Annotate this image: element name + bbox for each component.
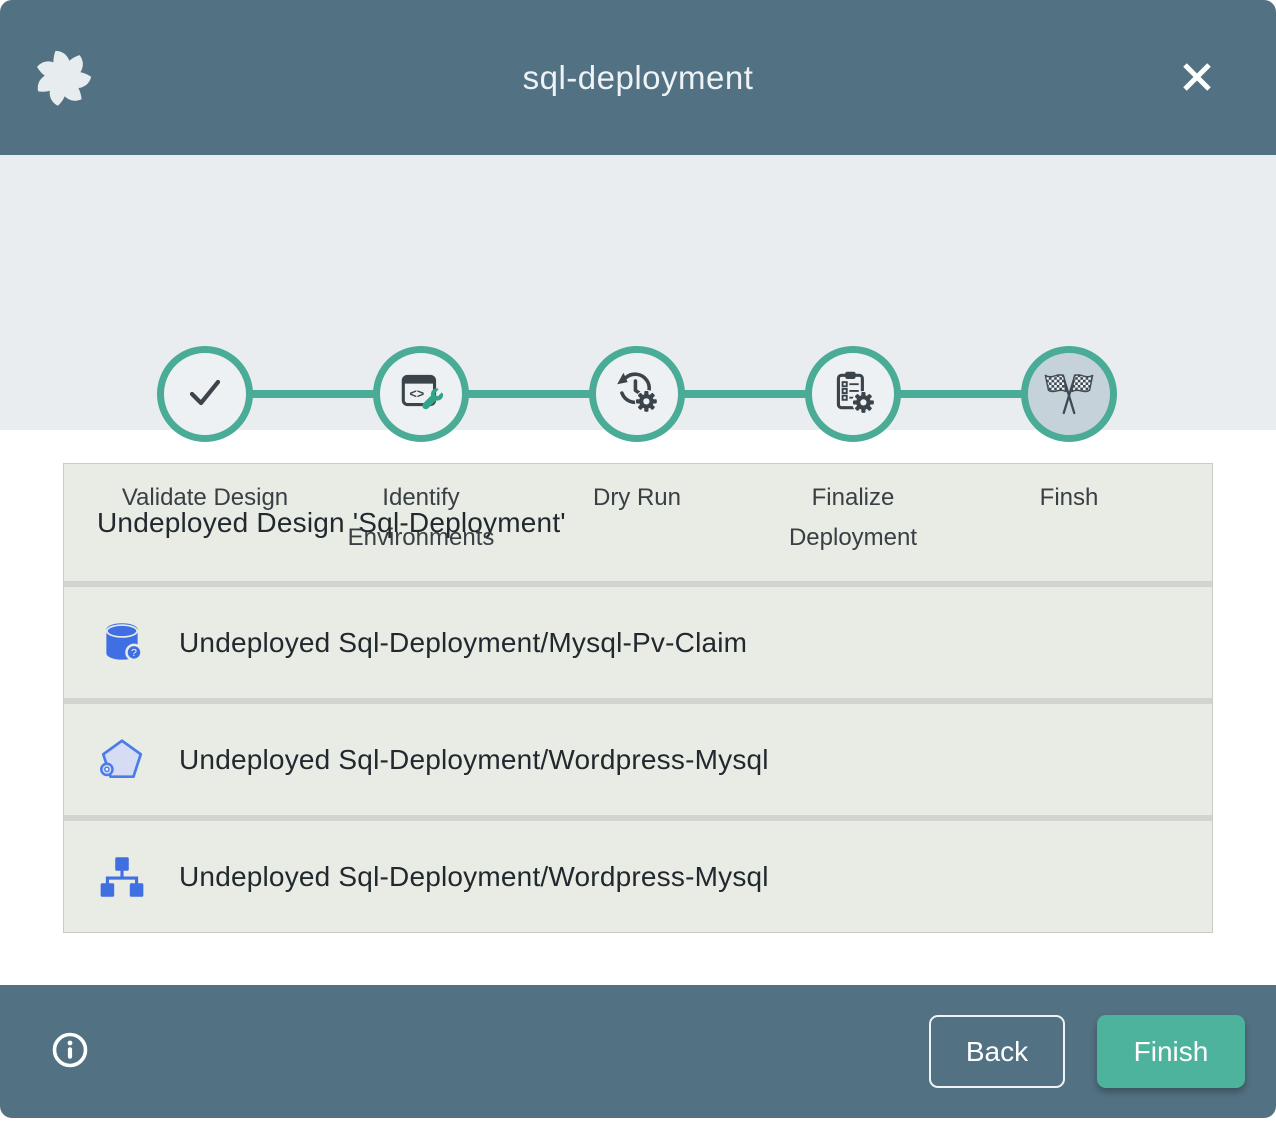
deployment-wizard-modal: sql-deployment Validate Design xyxy=(0,0,1276,1125)
status-text: Undeployed Sql-Deployment/Mysql-Pv-Claim xyxy=(179,627,747,659)
status-row-wordpress-mysql-tree: Undeployed Sql-Deployment/Wordpress-Mysq… xyxy=(64,815,1212,932)
status-text: Undeployed Sql-Deployment/Wordpress-Mysq… xyxy=(179,744,769,776)
history-gear-icon xyxy=(612,367,662,422)
modal-footer: Back Finish xyxy=(0,985,1276,1118)
code-window-wrench-icon: <> xyxy=(396,367,446,422)
status-row-wordpress-mysql-pod: Undeployed Sql-Deployment/Wordpress-Mysq… xyxy=(64,698,1212,815)
database-question-icon: ? xyxy=(97,618,147,668)
info-button[interactable] xyxy=(50,1032,90,1072)
close-icon xyxy=(1176,56,1218,101)
status-text: Undeployed Sql-Deployment/Wordpress-Mysq… xyxy=(179,861,769,893)
checkered-flags-icon xyxy=(1041,364,1097,425)
modal-header: sql-deployment xyxy=(0,0,1276,155)
modal-title: sql-deployment xyxy=(0,59,1276,97)
step-dry-run[interactable]: Dry Run xyxy=(529,346,745,558)
svg-text:<>: <> xyxy=(410,387,425,401)
back-button[interactable]: Back xyxy=(929,1015,1065,1088)
check-icon xyxy=(181,368,229,421)
step-finish[interactable]: Finsh xyxy=(961,346,1177,558)
step-finalize-deployment[interactable]: Finalize Deployment xyxy=(745,346,961,558)
svg-text:?: ? xyxy=(131,648,137,659)
step-validate-design[interactable]: Validate Design xyxy=(97,346,313,558)
bottom-gap xyxy=(0,1118,1276,1125)
info-circle-icon xyxy=(50,1030,90,1073)
tree-hierarchy-icon xyxy=(97,852,147,902)
finish-button[interactable]: Finish xyxy=(1097,1015,1245,1088)
pod-pentagon-icon xyxy=(97,735,147,785)
clipboard-gear-icon xyxy=(828,367,878,422)
nirmata-spiral-logo-icon xyxy=(33,48,93,108)
status-row-mysql-pv-claim: ? Undeployed Sql-Deployment/Mysql-Pv-Cla… xyxy=(64,581,1212,698)
step-identify-environments[interactable]: <> Identify Environments xyxy=(313,346,529,558)
wizard-stepper: Validate Design <> I xyxy=(0,155,1276,430)
close-button[interactable] xyxy=(1174,55,1220,101)
